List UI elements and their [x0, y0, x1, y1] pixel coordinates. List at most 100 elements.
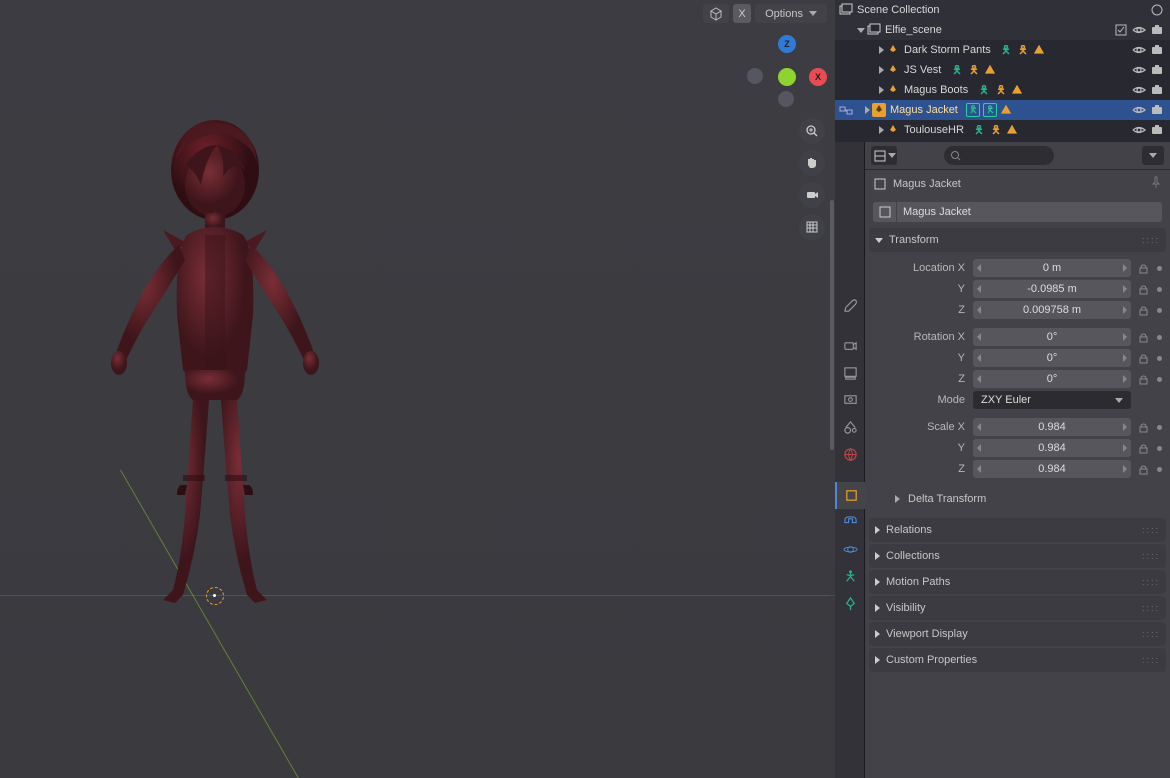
lock-icon[interactable]	[1135, 329, 1151, 345]
motion-paths-header[interactable]: Motion Paths::::	[869, 570, 1166, 594]
eye-icon[interactable]	[1132, 23, 1146, 37]
anim-dot[interactable]	[1157, 467, 1162, 472]
axis-x-icon[interactable]: X	[809, 68, 827, 86]
anim-dot[interactable]	[1157, 446, 1162, 451]
tab-render-icon[interactable]	[835, 333, 865, 360]
perspective-icon[interactable]	[799, 214, 825, 240]
rot-z-field[interactable]: 0°	[973, 370, 1131, 388]
visibility-header[interactable]: Visibility::::	[869, 596, 1166, 620]
properties-search[interactable]	[944, 146, 1054, 165]
rot-z-label: Z	[873, 373, 973, 385]
tab-output-icon[interactable]	[835, 360, 865, 387]
outliner-item-dark-storm-pants[interactable]: Dark Storm Pants	[835, 40, 1170, 60]
eye-icon[interactable]	[1132, 123, 1146, 137]
camera-view-icon[interactable]	[799, 182, 825, 208]
armature-icon	[872, 103, 886, 117]
anim-dot[interactable]	[1157, 308, 1162, 313]
gizmo-toggle-icon[interactable]	[703, 4, 729, 23]
scale-z-field[interactable]: 0.984	[973, 460, 1131, 478]
relations-header[interactable]: Relations::::	[869, 518, 1166, 542]
anim-dot[interactable]	[1157, 356, 1162, 361]
lock-icon[interactable]	[1135, 440, 1151, 456]
anim-dot[interactable]	[1157, 287, 1162, 292]
render-icon[interactable]	[1150, 63, 1164, 77]
outliner-scene[interactable]: Elfie_scene	[835, 20, 1170, 40]
custom-properties-header[interactable]: Custom Properties::::	[869, 648, 1166, 672]
eye-icon[interactable]	[1132, 83, 1146, 97]
lock-icon[interactable]	[1135, 350, 1151, 366]
outliner-item-toulousehr[interactable]: ToulouseHR	[835, 120, 1170, 140]
transform-section-header[interactable]: Transform::::	[869, 228, 1166, 252]
object-name-field[interactable]: Magus Jacket	[897, 202, 1162, 222]
disclosure-icon[interactable]	[879, 126, 884, 134]
outliner-root[interactable]: Scene Collection	[835, 0, 1170, 20]
circle-icon[interactable]	[1150, 3, 1164, 17]
tab-viewlayer-icon[interactable]	[835, 387, 865, 414]
axis-neg-icon[interactable]	[747, 68, 763, 84]
collections-header[interactable]: Collections::::	[869, 544, 1166, 568]
tab-physics-icon[interactable]	[835, 536, 865, 563]
overlay-x-button[interactable]: X	[733, 4, 751, 23]
outliner-item-magus-boots[interactable]: Magus Boots	[835, 80, 1170, 100]
pan-icon[interactable]	[799, 150, 825, 176]
restrict-icon[interactable]	[839, 103, 853, 117]
render-icon[interactable]	[1150, 23, 1164, 37]
lock-icon[interactable]	[1135, 260, 1151, 276]
rot-y-field[interactable]: 0°	[973, 349, 1131, 367]
loc-x-field[interactable]: 0 m	[973, 259, 1131, 277]
anim-dot[interactable]	[1157, 425, 1162, 430]
properties-filter[interactable]	[1142, 146, 1164, 165]
scale-y-field[interactable]: 0.984	[973, 439, 1131, 457]
pin-icon[interactable]	[1149, 176, 1162, 192]
axis-z-icon[interactable]: Z	[778, 35, 796, 53]
eye-icon[interactable]	[1132, 43, 1146, 57]
tab-tool-icon[interactable]	[835, 292, 865, 319]
viewport-display-header[interactable]: Viewport Display::::	[869, 622, 1166, 646]
eye-icon[interactable]	[1132, 63, 1146, 77]
checkbox-icon[interactable]	[1114, 23, 1128, 37]
eye-icon[interactable]	[1132, 103, 1146, 117]
lock-icon[interactable]	[1135, 419, 1151, 435]
tab-object-icon[interactable]	[835, 482, 865, 509]
tab-bone-icon[interactable]	[835, 590, 865, 617]
loc-y-field[interactable]: -0.0985 m	[973, 280, 1131, 298]
character-mesh[interactable]	[105, 115, 325, 605]
rot-mode-dropdown[interactable]: ZXY Euler	[973, 391, 1131, 409]
render-icon[interactable]	[1150, 83, 1164, 97]
lock-icon[interactable]	[1135, 281, 1151, 297]
object-type-icon[interactable]	[873, 202, 897, 222]
render-icon[interactable]	[1150, 103, 1164, 117]
outliner-item-js-vest[interactable]: JS Vest	[835, 60, 1170, 80]
axis-neg2-icon[interactable]	[778, 91, 794, 107]
viewport-3d[interactable]: X Options Z X	[0, 0, 835, 778]
axis-y-icon[interactable]	[778, 68, 796, 86]
render-icon[interactable]	[1150, 43, 1164, 57]
anim-dot[interactable]	[1157, 335, 1162, 340]
disclosure-icon[interactable]	[879, 66, 884, 74]
lock-icon[interactable]	[1135, 302, 1151, 318]
options-dropdown[interactable]: Options	[755, 4, 827, 23]
delta-transform-header[interactable]: Delta Transform	[873, 488, 1162, 510]
navigation-gizmo[interactable]: Z X	[747, 35, 827, 115]
lock-icon[interactable]	[1135, 371, 1151, 387]
outliner-item-magus-jacket[interactable]: Magus Jacket	[835, 100, 1170, 120]
tab-world-icon[interactable]	[835, 441, 865, 468]
disclosure-icon[interactable]	[879, 86, 884, 94]
tab-scene-icon[interactable]	[835, 414, 865, 441]
zoom-icon[interactable]	[799, 118, 825, 144]
rot-x-field[interactable]: 0°	[973, 328, 1131, 346]
editor-type-dropdown[interactable]	[871, 146, 897, 165]
disclosure-icon[interactable]	[857, 28, 865, 33]
scale-x-field[interactable]: 0.984	[973, 418, 1131, 436]
tab-modifier-icon[interactable]	[835, 509, 865, 536]
section-label: Relations	[886, 524, 932, 536]
tab-armature-data-icon[interactable]	[835, 563, 865, 590]
anim-dot[interactable]	[1157, 377, 1162, 382]
loc-z-field[interactable]: 0.009758 m	[973, 301, 1131, 319]
render-icon[interactable]	[1150, 123, 1164, 137]
anim-dot[interactable]	[1157, 266, 1162, 271]
disclosure-icon[interactable]	[865, 106, 870, 114]
loc-y-label: Y	[873, 283, 973, 295]
disclosure-icon[interactable]	[879, 46, 884, 54]
lock-icon[interactable]	[1135, 461, 1151, 477]
